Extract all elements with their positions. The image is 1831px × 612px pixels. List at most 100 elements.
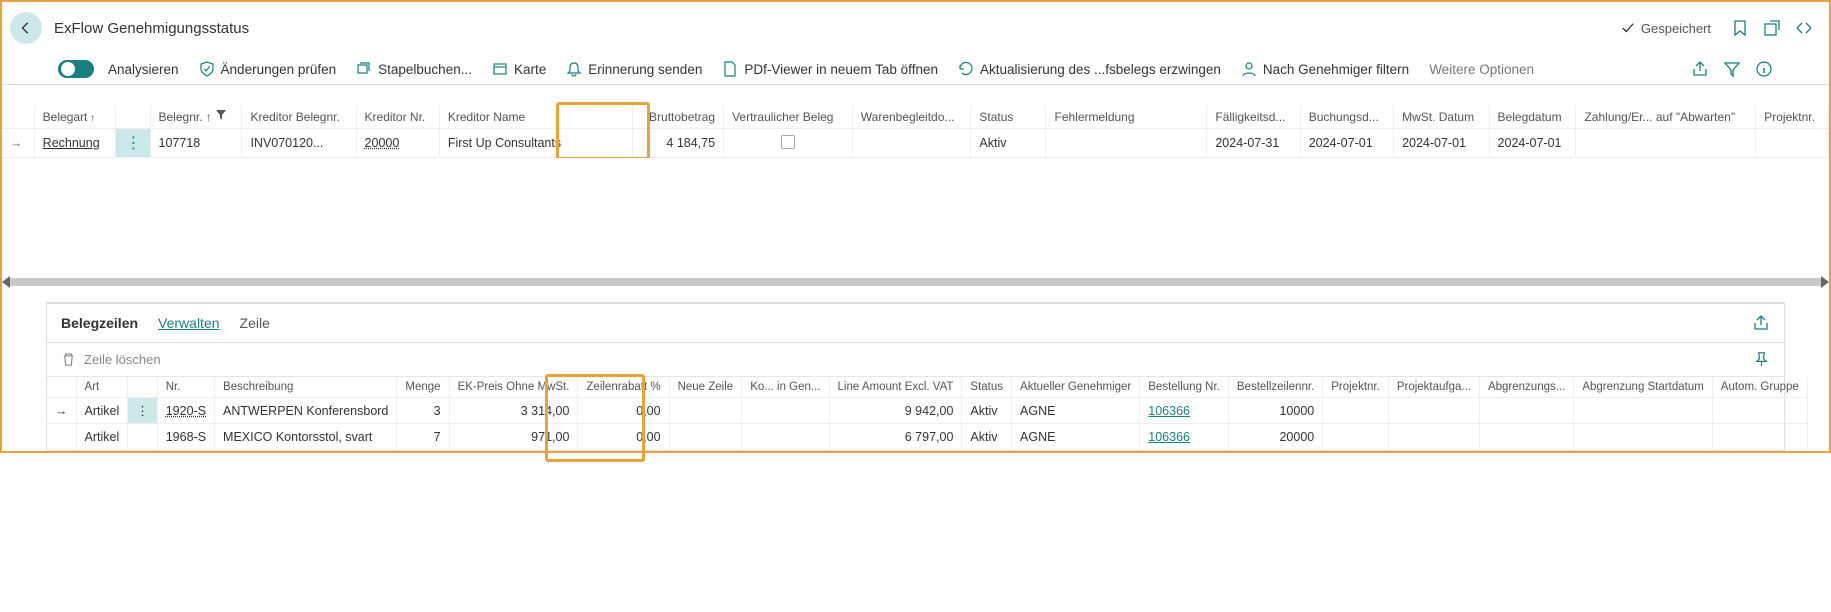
main-grid-row[interactable]: → Rechnung ⋮ 107718 INV070120... 20000 F…	[2, 129, 1829, 158]
lcell-autom-group[interactable]	[1712, 398, 1807, 424]
lcol-no[interactable]: Nr.	[157, 377, 214, 398]
back-button[interactable]	[10, 12, 42, 44]
lcell-unit-cost[interactable]: 3 314,00	[449, 398, 578, 424]
lcell-order-line-no[interactable]: 10000	[1228, 398, 1322, 424]
lcell-project-task[interactable]	[1388, 424, 1479, 450]
lcell-order-no[interactable]: 106366	[1148, 430, 1190, 444]
send-reminder-button[interactable]: Erinnerung senden	[566, 61, 702, 77]
cell-status[interactable]: Aktiv	[971, 129, 1046, 158]
card-button[interactable]: Karte	[492, 61, 546, 77]
confidential-checkbox[interactable]	[781, 135, 795, 149]
tab-manage[interactable]: Verwalten	[158, 315, 219, 331]
share-icon[interactable]	[1691, 60, 1709, 78]
lcell-unit-cost[interactable]: 971,00	[449, 424, 578, 450]
lcell-type[interactable]: Artikel	[76, 424, 128, 450]
lcol-qty[interactable]: Menge	[397, 377, 449, 398]
cell-due-date[interactable]: 2024-07-31	[1207, 129, 1300, 158]
lcol-autom-group[interactable]: Autom. Gruppe	[1712, 377, 1807, 398]
lcell-no[interactable]: 1920-S	[166, 404, 206, 418]
cell-project-no[interactable]	[1756, 129, 1829, 158]
lcell-line-amount[interactable]: 9 942,00	[829, 398, 962, 424]
lcol-line-discount[interactable]: Zeilenrabatt %	[578, 377, 669, 398]
col-error-msg[interactable]: Fehlermeldung	[1046, 105, 1207, 129]
cell-vendor-no[interactable]: 20000	[365, 136, 400, 150]
lines-grid-row[interactable]: → Artikel ⋮ 1920-S ANTWERPEN Konferensbo…	[47, 398, 1807, 424]
horizontal-scrollbar[interactable]	[10, 278, 1821, 286]
info-icon[interactable]	[1755, 60, 1773, 78]
lcell-status[interactable]: Aktiv	[962, 398, 1012, 424]
force-update-button[interactable]: Aktualisierung des ...fsbelegs erzwingen	[958, 61, 1221, 77]
popout-icon[interactable]	[1763, 19, 1781, 37]
col-project-no[interactable]: Projektnr.	[1756, 105, 1829, 129]
lcell-deferral-start[interactable]	[1574, 398, 1712, 424]
col-confidential[interactable]: Vertraulicher Beleg	[724, 105, 853, 129]
col-payment-hold[interactable]: Zahlung/Er... auf "Abwarten"	[1576, 105, 1756, 129]
lcell-order-line-no[interactable]: 20000	[1228, 424, 1322, 450]
lcell-deferral[interactable]	[1479, 424, 1573, 450]
col-doc-no[interactable]: Belegnr. ↑	[150, 105, 242, 129]
filter-icon[interactable]	[1723, 60, 1741, 78]
col-gross-amount[interactable]: Bruttobetrag	[632, 105, 723, 129]
lcell-approver[interactable]: AGNE	[1012, 398, 1140, 424]
row-menu-button[interactable]: ⋮	[136, 404, 149, 418]
tab-line[interactable]: Zeile	[240, 315, 270, 331]
col-vendor-doc-no[interactable]: Kreditor Belegnr.	[242, 105, 356, 129]
lcell-no[interactable]: 1968-S	[157, 424, 214, 450]
cell-receipt-doc[interactable]	[852, 129, 971, 158]
col-vendor-no[interactable]: Kreditor Nr.	[356, 105, 439, 129]
cell-vendor-name[interactable]: First Up Consultants	[439, 129, 632, 158]
col-receipt-doc[interactable]: Warenbegleitdo...	[852, 105, 971, 129]
delete-line-button[interactable]: Zeile löschen	[84, 352, 161, 367]
lcell-line-discount[interactable]: 0,00	[578, 398, 669, 424]
filter-approver-button[interactable]: Nach Genehmiger filtern	[1241, 61, 1409, 77]
row-menu-button[interactable]: ⋮	[125, 135, 140, 152]
col-vendor-name[interactable]: Kreditor Name	[439, 105, 632, 129]
main-grid[interactable]: Belegart Belegnr. ↑ Kreditor Belegnr. Kr…	[2, 105, 1829, 158]
lcell-status[interactable]: Aktiv	[962, 424, 1012, 450]
cell-vendor-doc-no[interactable]: INV070120...	[242, 129, 356, 158]
lcol-description[interactable]: Beschreibung	[215, 377, 397, 398]
cell-doc-date[interactable]: 2024-07-01	[1489, 129, 1576, 158]
lcol-deferral[interactable]: Abgrenzungs...	[1479, 377, 1573, 398]
lcol-project-no[interactable]: Projektnr.	[1323, 377, 1389, 398]
lcol-status[interactable]: Status	[962, 377, 1012, 398]
lines-grid-row[interactable]: Artikel 1968-S MEXICO Kontorsstol, svart…	[47, 424, 1807, 450]
lcell-line-amount[interactable]: 6 797,00	[829, 424, 962, 450]
lcell-description[interactable]: ANTWERPEN Konferensbord	[215, 398, 397, 424]
lcell-qty[interactable]: 3	[397, 398, 449, 424]
lcol-project-task[interactable]: Projektaufga...	[1388, 377, 1479, 398]
lcell-line-discount[interactable]: 0,00	[578, 424, 669, 450]
lines-share-icon[interactable]	[1752, 314, 1770, 332]
cell-error-msg[interactable]	[1046, 129, 1207, 158]
lcol-order-no[interactable]: Bestellung Nr.	[1140, 377, 1229, 398]
pdf-viewer-button[interactable]: PDf-Viewer in neuem Tab öffnen	[722, 61, 938, 77]
lcol-ko-in-gen[interactable]: Ko... in Gen...	[742, 377, 829, 398]
lcell-project-task[interactable]	[1388, 398, 1479, 424]
lcell-autom-group[interactable]	[1712, 424, 1807, 450]
lcell-qty[interactable]: 7	[397, 424, 449, 450]
pin-icon[interactable]	[1753, 351, 1770, 368]
lcell-project-no[interactable]	[1323, 424, 1389, 450]
cell-vat-date[interactable]: 2024-07-01	[1394, 129, 1489, 158]
lines-grid[interactable]: Art Nr. Beschreibung Menge EK-Preis Ohne…	[47, 377, 1808, 450]
col-doc-type[interactable]: Belegart	[34, 105, 116, 129]
doc-type-link[interactable]: Rechnung	[43, 136, 100, 150]
more-options-button[interactable]: Weitere Optionen	[1429, 62, 1534, 77]
col-due-date[interactable]: Fälligkeitsd...	[1207, 105, 1300, 129]
lcol-order-line-no[interactable]: Bestellzeilennr.	[1228, 377, 1322, 398]
batch-post-button[interactable]: Stapelbuchen...	[356, 61, 472, 77]
lcol-line-amount[interactable]: Line Amount Excl. VAT	[829, 377, 962, 398]
col-vat-date[interactable]: MwSt. Datum	[1394, 105, 1489, 129]
lcell-description[interactable]: MEXICO Kontorsstol, svart	[215, 424, 397, 450]
cell-posting-date[interactable]: 2024-07-01	[1300, 129, 1393, 158]
cell-doc-no[interactable]: 107718	[150, 129, 242, 158]
lcol-new-line[interactable]: Neue Zeile	[669, 377, 742, 398]
lcell-deferral-start[interactable]	[1574, 424, 1712, 450]
lcell-order-no[interactable]: 106366	[1148, 404, 1190, 418]
lcell-deferral[interactable]	[1479, 398, 1573, 424]
bookmark-icon[interactable]	[1731, 19, 1749, 37]
col-doc-date[interactable]: Belegdatum	[1489, 105, 1576, 129]
cell-gross-amount[interactable]: 4 184,75	[632, 129, 723, 158]
lcol-approver[interactable]: Aktueller Genehmiger	[1012, 377, 1140, 398]
lcol-unit-cost[interactable]: EK-Preis Ohne MwSt.	[449, 377, 578, 398]
